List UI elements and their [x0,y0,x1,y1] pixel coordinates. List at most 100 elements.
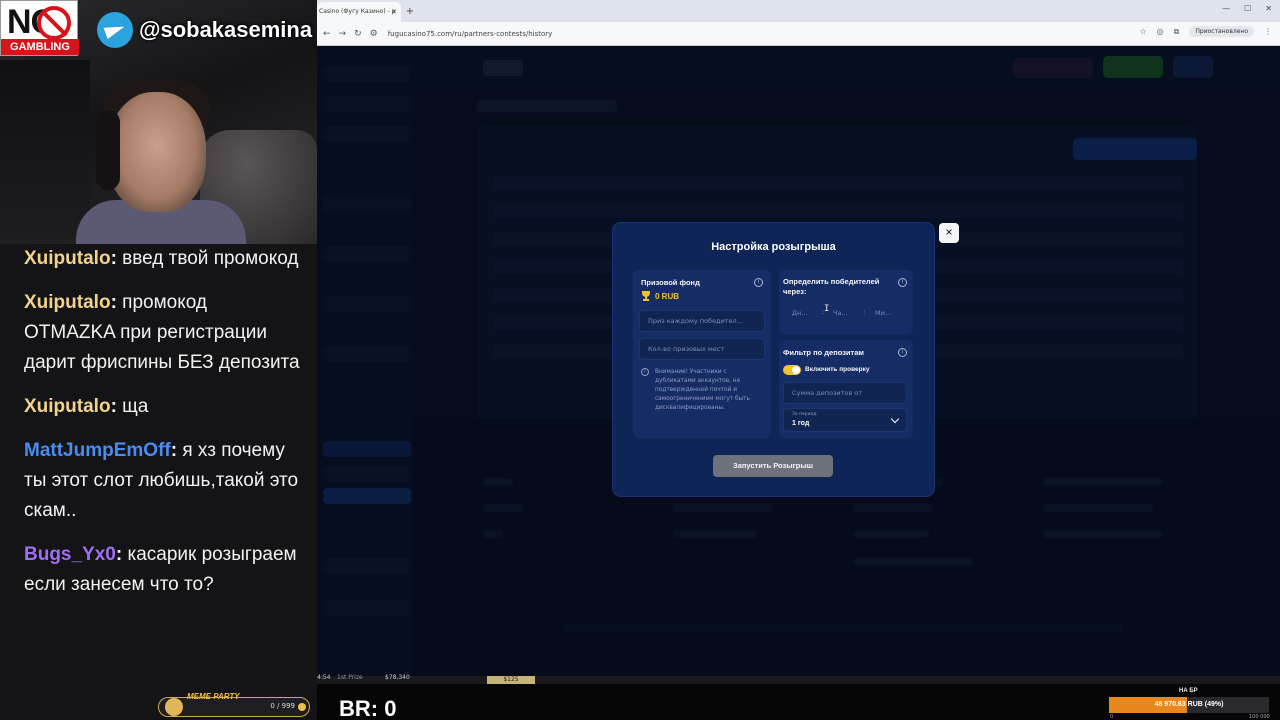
browser-tab[interactable]: Casino (Фугу Казино) - р ✕ [317,2,401,22]
winners-timer-card: Определить победителей через: i Дн... : … [779,270,913,334]
profile-paused-badge[interactable]: Приостановлено [1189,26,1254,37]
tab-title: Casino (Фугу Казино) - р [319,8,396,15]
telegram-icon [97,12,133,48]
prize-fund-title: Призовой фонд [641,278,700,287]
coin-icon [298,703,306,711]
minutes-placeholder: Ми... [875,309,892,317]
info-icon[interactable]: i [898,278,907,287]
days-input[interactable]: Дн... [783,302,823,324]
modal-close-button[interactable]: × [939,223,959,243]
no-gambling-logo: NO GAMBLING [0,0,79,56]
browser-window: Casino (Фугу Казино) - р ✕ + — ☐ ✕ ← → ↻… [317,0,1280,676]
chat-message: Bugs_Yx0: касарик розыграем если занесем… [24,544,297,595]
ban-icon [37,6,71,40]
chat-username: MattJumpEmOff [24,440,171,461]
extension-icon[interactable]: ◎ [1157,27,1164,36]
site-info-icon[interactable]: ⚙ [370,29,378,39]
winners-timer-title: Определить победителей через: [783,277,880,296]
br-counter: BR: 0 [339,696,397,720]
close-window-icon[interactable]: ✕ [1265,4,1272,13]
modal-title: Настройка розыгрыша [711,241,836,253]
deposit-filter-title: Фильтр по депозитам [783,348,864,357]
progress-min: 0 [1110,714,1114,720]
chat-message: MattJumpEmOff: я хз почему ты этот слот … [24,440,299,521]
chat-message: Xuiputalo: ща [24,396,149,417]
forward-icon[interactable]: → [339,29,347,39]
tab-close-icon[interactable]: ✕ [391,2,397,22]
streamer-face [108,92,206,212]
bookmark-star-icon[interactable]: ☆ [1140,27,1147,36]
hours-placeholder: Ча... [833,309,848,317]
progress-max: 100 000 [1249,714,1270,720]
ticker-prize: 1st Prize [337,674,363,681]
chat-message: Xuiputalo: промокод OTMAZKA при регистра… [24,292,300,373]
deposit-filter-card: Фильтр по депозитам i Включить проверку … [779,340,913,438]
goal-progress-bar: 48 970.63 RUB (49%) [1109,697,1269,713]
telegram-handle-overlay: @sobakasemina [97,12,312,48]
progress-title: НА БР [1179,688,1198,694]
url-field[interactable]: fugucasino75.com/ru/partners-contests/hi… [388,30,553,38]
enable-check-toggle[interactable] [783,365,801,375]
enable-check-label: Включить проверку [805,366,870,373]
tab-strip: Casino (Фугу Казино) - р ✕ + — ☐ ✕ [317,0,1280,22]
chat-text: ща [122,396,149,417]
stream-bottom-bar: 4:54 1st Prize $78,340 $125 BR: 0 НА БР … [317,674,1280,720]
window-controls: — ☐ ✕ [1222,4,1272,13]
prize-places-placeholder: Кол-во призовых мест [648,345,725,353]
deposit-amount-placeholder: Сумма депозитов от [792,389,863,397]
meme-party-widget: MEME PARTY 0 / 999 [158,692,310,717]
telegram-handle: @sobakasemina [139,17,313,42]
text-cursor-icon: I [824,304,830,314]
chat-username: Xuiputalo [24,248,111,269]
prize-each-input[interactable]: Приз каждому победител... [639,310,765,332]
prize-fund-card: Призовой фонд i 0 RUB Приз каждому побед… [633,270,771,438]
chat-message: Xuiputalo: введ твой промокод [24,248,299,269]
duplicate-accounts-warning: Внимание! Участники с дубликатами аккаун… [655,369,750,411]
info-icon[interactable]: i [754,278,763,287]
warning-icon: i [641,368,649,376]
time-separator: : [863,308,866,316]
goal-progress-text: 48 970.63 RUB (49%) [1154,701,1224,708]
ticker-strip: 4:54 1st Prize $78,340 $125 [317,674,1280,684]
meme-count: 0 / 999 [270,702,295,710]
ticker-amount: $125 [487,676,535,684]
puzzle-icon[interactable]: ⧉ [1174,27,1180,37]
chat-text: введ твой промокод [122,248,299,269]
background-shelf [0,60,90,240]
trophy-icon [641,291,651,301]
period-select[interactable]: За период 1 год [783,408,907,432]
period-label: За период [792,412,817,417]
meme-party-label: MEME PARTY [187,692,240,701]
chat-username: Bugs_Yx0 [24,544,116,565]
days-placeholder: Дн... [792,309,808,317]
address-bar: ← → ↻ ⚙ fugucasino75.com/ru/partners-con… [317,22,1280,46]
doge-icon [165,698,183,716]
chat-username: Xuiputalo [24,396,111,417]
prize-each-placeholder: Приз каждому победител... [648,317,743,325]
prize-fund-value: 0 RUB [655,292,680,301]
chevron-down-icon [890,414,900,424]
menu-dots-icon[interactable]: ⋮ [1264,27,1272,36]
minutes-input[interactable]: Ми... [866,302,906,324]
chat-message-list: Xuiputalo: введ твой промокод Xuiputalo:… [24,244,301,600]
casino-page: Настройка розыгрыша Призовой фонд i 0 RU… [317,46,1280,676]
ticker-value: $78,340 [385,674,410,681]
headphone [96,110,120,190]
ticker-time: 4:54 [317,674,331,681]
gambling-label: GAMBLING [1,39,79,55]
browser-toolbar: ☆ ◎ ⧉ Приостановлено ⋮ [1140,26,1272,37]
hours-input[interactable]: Ча... [824,302,864,324]
prize-places-input[interactable]: Кол-во призовых мест [639,338,765,360]
new-tab-icon[interactable]: + [401,2,419,22]
info-icon[interactable]: i [898,348,907,357]
chat-username: Xuiputalo [24,292,111,313]
reload-icon[interactable]: ↻ [354,29,362,39]
deposit-amount-input[interactable]: Сумма депозитов от [783,382,907,404]
raffle-settings-modal: Настройка розыгрыша Призовой фонд i 0 RU… [613,223,934,496]
back-icon[interactable]: ← [323,29,331,39]
period-value: 1 год [792,420,810,427]
launch-raffle-button[interactable]: Запустить Розыгрыш [713,455,833,477]
maximize-icon[interactable]: ☐ [1244,4,1251,13]
minimize-icon[interactable]: — [1222,4,1230,13]
chat-panel: Xuiputalo: введ твой промокод Xuiputalo:… [0,244,317,720]
